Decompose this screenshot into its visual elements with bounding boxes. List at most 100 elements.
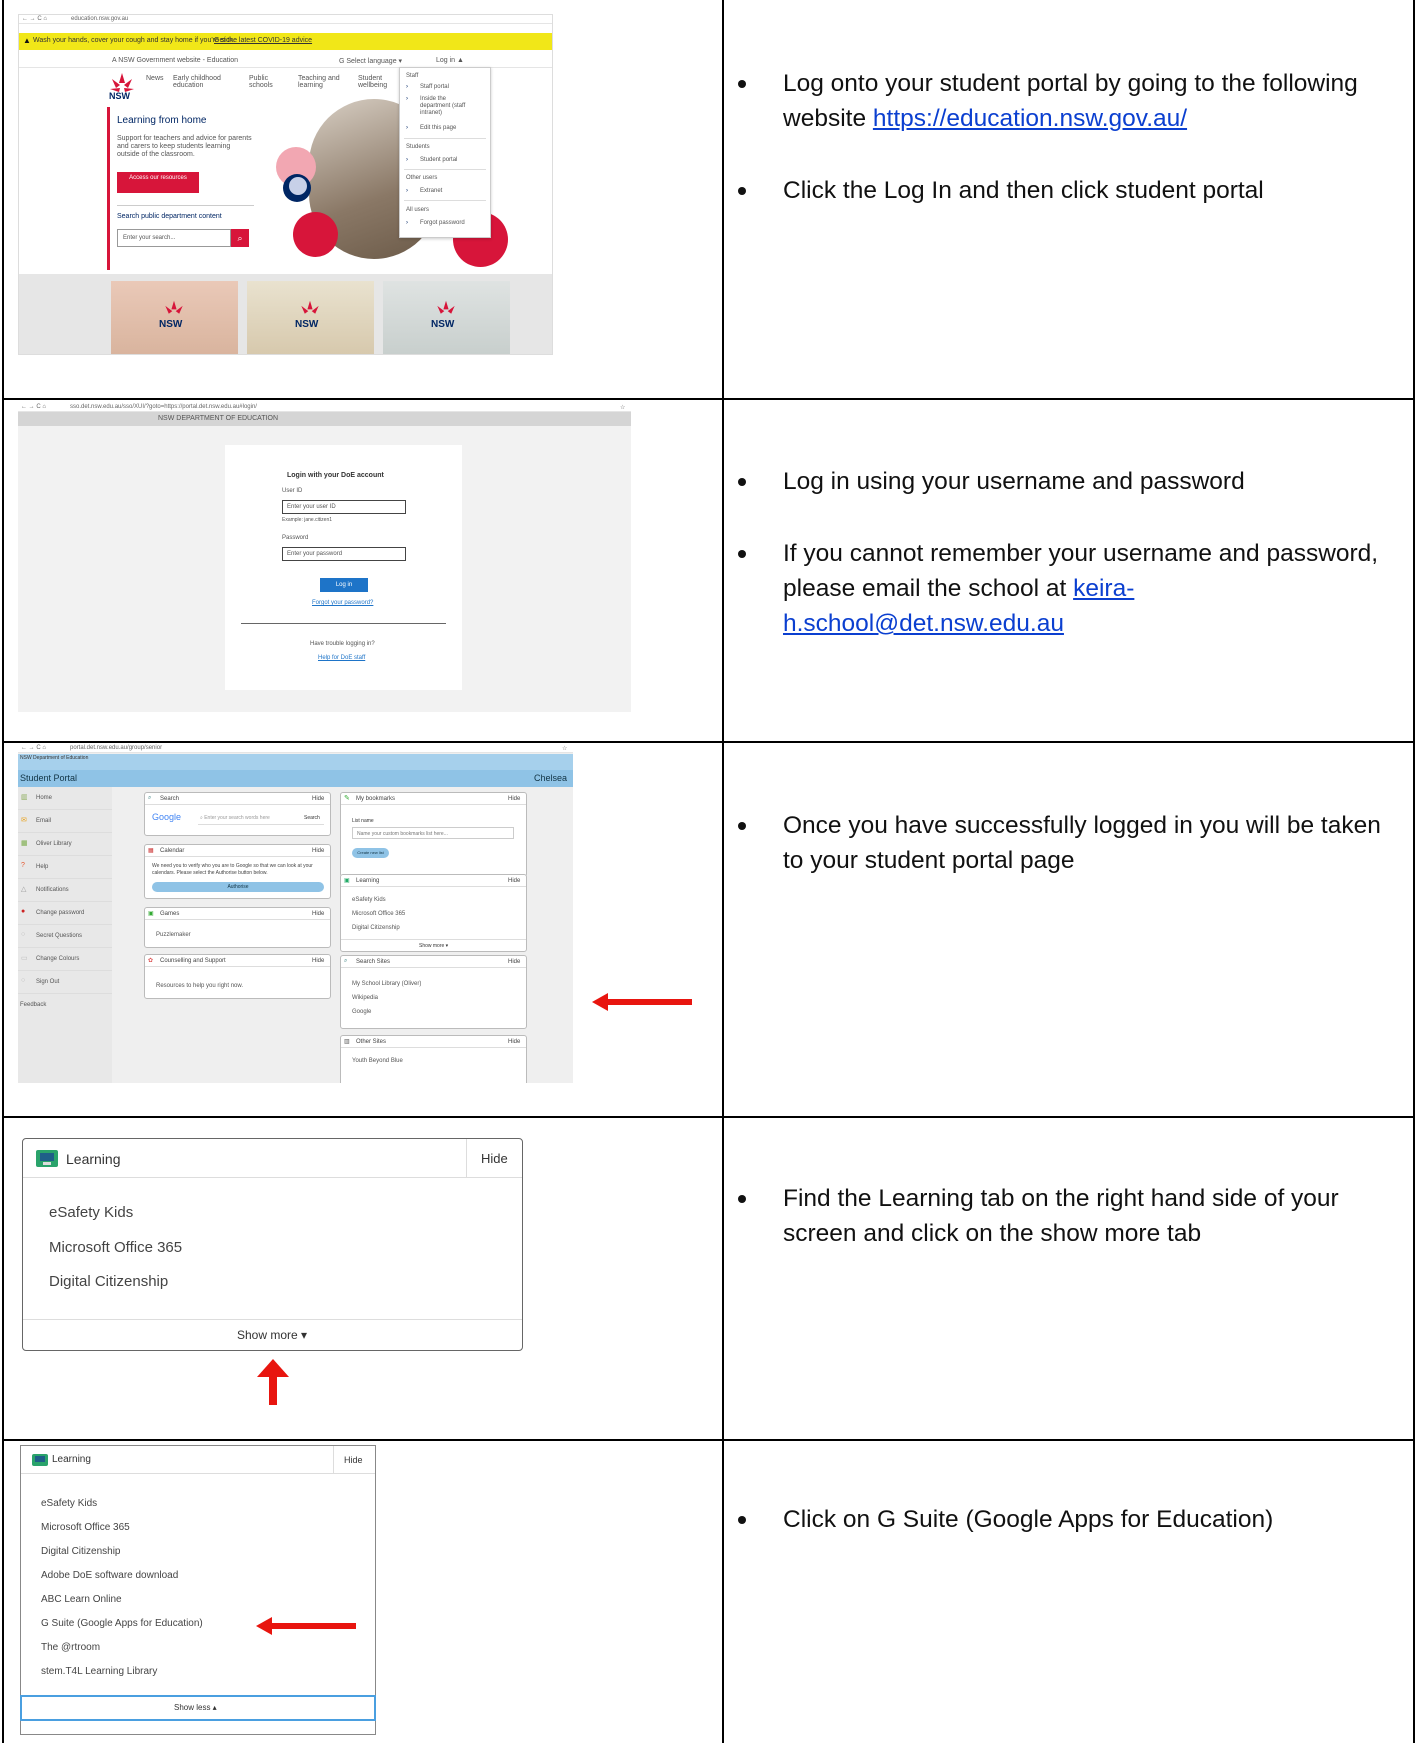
menu-edit[interactable]: Edit this page [420, 125, 456, 131]
table-border-middle [722, 0, 724, 1743]
menu-extranet[interactable]: Extranet [420, 188, 442, 194]
sidebar-item-change-colours[interactable]: ▭ Change Colours [18, 948, 112, 971]
search-site-link[interactable]: Google [352, 1009, 371, 1015]
bookmark-list-input[interactable]: Name your custom bookmarks list here... [352, 827, 514, 839]
browser-bar: ← → C ⌂ portal.det.nsw.edu.au/group/seni… [18, 744, 573, 753]
learning-link-stem[interactable]: stem.T4L Learning Library [41, 1666, 157, 1677]
authorise-button[interactable]: Authorise [152, 882, 324, 892]
learning-link-esafety[interactable]: eSafety Kids [49, 1204, 133, 1221]
select-language[interactable]: G Select language ▾ [339, 57, 402, 65]
hide-button[interactable]: Hide [508, 796, 520, 802]
user-name[interactable]: Chelsea [534, 773, 567, 783]
gov-strip: A NSW Government website - Education [112, 57, 239, 64]
learning-link[interactable]: eSafety Kids [352, 897, 386, 903]
show-more-button[interactable]: Show more ▾ [23, 1319, 522, 1350]
instructions-row-3: Once you have successfully logged in you… [738, 808, 1400, 915]
show-more-button[interactable]: Show more ▾ [341, 939, 526, 952]
counselling-item[interactable]: Resources to help you right now. [156, 983, 243, 989]
create-list-button[interactable]: Create new list [352, 848, 389, 858]
menu-staff-portal[interactable]: Staff portal [420, 84, 449, 90]
portal-header: Student Portal Chelsea [18, 770, 573, 787]
nav-news[interactable]: News [146, 75, 164, 82]
accent-bar [107, 107, 110, 270]
sidebar-item-home[interactable]: ▥ Home [18, 787, 112, 810]
show-less-button[interactable]: Show less ▴ [20, 1695, 376, 1721]
instruction-item: Click on G Suite (Google Apps for Educat… [738, 1502, 1400, 1537]
resource-card[interactable]: NSW [383, 281, 510, 354]
nsw-logo: NSW [159, 299, 215, 339]
portal-search-input[interactable]: ⌕ Enter your search words here Search [198, 814, 324, 825]
hide-button[interactable]: Hide [312, 796, 324, 802]
sidebar-item-library[interactable]: ▦ Oliver Library [18, 833, 112, 856]
menu-forgot[interactable]: Forgot password [420, 220, 465, 226]
menu-student-portal[interactable]: Student portal [420, 157, 457, 163]
google-logo: Google [152, 812, 182, 822]
portal-search-button[interactable]: Search [304, 815, 320, 821]
other-site-link[interactable]: Youth Beyond Blue [352, 1058, 403, 1064]
search-input[interactable]: Enter your search... [117, 229, 231, 247]
sidebar-item-sign-out[interactable]: ○ Sign Out [18, 971, 112, 994]
menu-heading: All users [406, 207, 430, 213]
search-site-link[interactable]: My School Library (Oliver) [352, 981, 421, 987]
nav-arrows-icon: ← → C ⌂ [22, 16, 47, 22]
menu-inside[interactable]: Inside the department (staff intranet) [420, 96, 475, 117]
hide-button[interactable]: Hide [508, 1039, 520, 1045]
learning-link-abc[interactable]: ABC Learn Online [41, 1594, 122, 1605]
nav-early-childhood[interactable]: Early childhood education [173, 75, 221, 89]
learning-link-office365[interactable]: Microsoft Office 365 [41, 1522, 130, 1533]
resource-card[interactable]: NSW [111, 281, 238, 354]
learning-link-esafety[interactable]: eSafety Kids [41, 1498, 97, 1509]
learning-link-digital-citizenship[interactable]: Digital Citizenship [49, 1273, 168, 1290]
hide-button[interactable]: Hide [312, 958, 324, 964]
alert-link[interactable]: Get the latest COVID-19 advice [214, 37, 312, 44]
hide-button[interactable]: Hide [312, 911, 324, 917]
browser-bar: ← → C ⌂ sso.det.nsw.edu.au/sso/XUI/?goto… [18, 403, 631, 412]
calendar-text: We need you to verify who you are to Goo… [152, 863, 313, 876]
learning-link[interactable]: Digital Citizenship [352, 925, 400, 931]
password-label: Password [282, 535, 309, 541]
instruction-item: Log onto your student portal by going to… [738, 66, 1400, 136]
nav-arrows-icon: ← → C ⌂ [21, 404, 46, 410]
sidebar-item-change-password[interactable]: ● Change password [18, 902, 112, 925]
divider [241, 623, 446, 624]
education-site-link[interactable]: https://education.nsw.gov.au/ [873, 105, 1187, 132]
games-icon: ▣ [148, 911, 154, 917]
sidebar-item-email[interactable]: ✉ Email [18, 810, 112, 833]
forgot-password-link[interactable]: Forgot your password? [312, 600, 373, 606]
learning-link-artroom[interactable]: The @rtroom [41, 1642, 100, 1653]
hero-intro: Support for teachers and advice for pare… [117, 135, 252, 158]
menu-heading: Students [406, 144, 430, 150]
hide-button[interactable]: Hide [466, 1139, 522, 1178]
resource-card[interactable]: NSW [247, 281, 374, 354]
search-button[interactable]: ⌕ [231, 229, 249, 247]
access-resources-button[interactable]: Access our resources [117, 172, 199, 193]
learning-link-gsuite[interactable]: G Suite (Google Apps for Education) [41, 1618, 203, 1629]
games-item[interactable]: Puzzlemaker [156, 932, 191, 938]
learning-panel-header: Learning Hide [23, 1139, 522, 1178]
login-link[interactable]: Log in ▲ [436, 57, 464, 64]
sidebar-item-help[interactable]: ? Help [18, 856, 112, 879]
hide-button[interactable]: Hide [312, 848, 324, 854]
password-input[interactable]: Enter your password [282, 547, 406, 561]
sidebar-item-notifications[interactable]: △ Notifications [18, 879, 112, 902]
instruction-item: Find the Learning tab on the right hand … [738, 1181, 1400, 1251]
learning-link-digital-citizenship[interactable]: Digital Citizenship [41, 1546, 120, 1557]
help-link[interactable]: Help for DoE staff [318, 655, 365, 661]
learning-link-adobe[interactable]: Adobe DoE software download [41, 1570, 178, 1581]
search-site-link[interactable]: Wikipedia [352, 995, 378, 1001]
sidebar-item-secret-questions[interactable]: ○ Secret Questions [18, 925, 112, 948]
portal-sidebar: ▥ Home ✉ Email ▦ Oliver Library ? Help △ Noti… [18, 787, 112, 1083]
user-id-input[interactable]: Enter your user ID [282, 500, 406, 514]
decor-circle [289, 177, 307, 195]
search-widget: ⌕ Search Hide Google ⌕ Enter your search w… [144, 792, 331, 836]
instructions-row-1: Log onto your student portal by going to… [738, 66, 1400, 245]
learning-link[interactable]: Microsoft Office 365 [352, 911, 405, 917]
sidebar-item-feedback[interactable]: Feedback [18, 994, 112, 1017]
learning-link-office365[interactable]: Microsoft Office 365 [49, 1239, 182, 1256]
login-button[interactable]: Log in [320, 578, 368, 592]
star-icon[interactable]: ☆ [562, 745, 567, 752]
hide-button[interactable]: Hide [508, 959, 520, 965]
star-icon[interactable]: ☆ [620, 404, 625, 411]
hide-button[interactable]: Hide [508, 878, 520, 884]
hide-button[interactable]: Hide [333, 1446, 375, 1474]
